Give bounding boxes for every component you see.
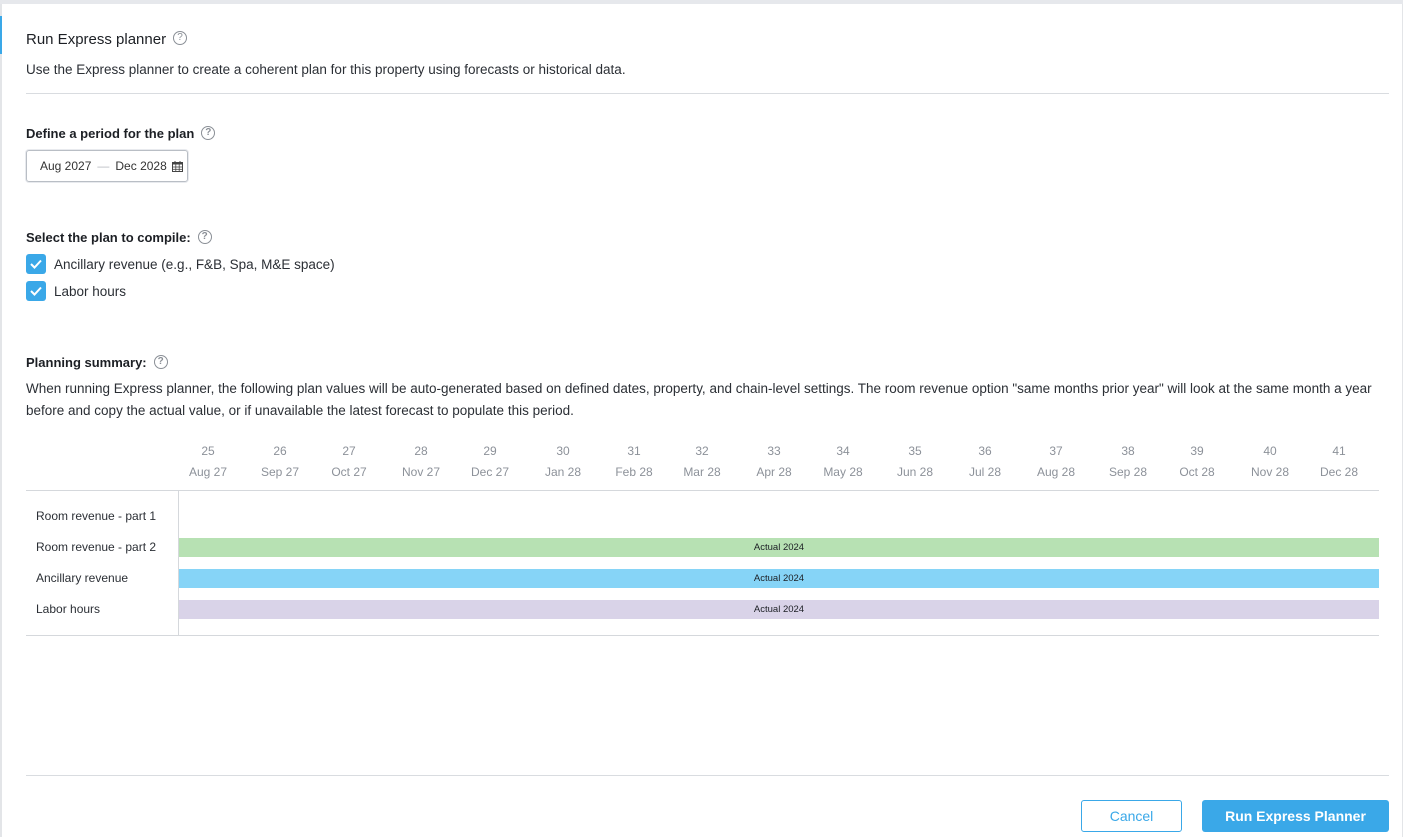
timeline-column: 40 Nov 28: [1235, 441, 1305, 483]
month-label: Nov 27: [401, 465, 441, 479]
option-ancillary-revenue[interactable]: Ancillary revenue (e.g., F&B, Spa, M&E s…: [26, 254, 335, 274]
month-label: Feb 28: [615, 465, 653, 479]
timeline-column: 37 Aug 28: [1021, 441, 1091, 483]
timeline-column: 27 Oct 27: [314, 441, 384, 483]
option-label: Labor hours: [54, 283, 127, 299]
active-indicator: [0, 16, 2, 54]
page-title: Run Express planner?: [26, 31, 188, 48]
month-label: Dec 28: [1319, 465, 1359, 479]
page-subtitle: Use the Express planner to create a cohe…: [26, 62, 626, 77]
week-number: 29: [483, 444, 497, 458]
week-number: 32: [695, 444, 709, 458]
month-label: Dec 27: [470, 465, 510, 479]
date-separator: —: [97, 159, 110, 173]
timeline-column: 38 Sep 28: [1093, 441, 1163, 483]
summary-label-text: Planning summary:: [26, 355, 147, 370]
week-number: 25: [201, 444, 215, 458]
month-label: Jan 28: [544, 465, 582, 479]
checkbox-labor-hours[interactable]: [26, 281, 46, 301]
week-number: 38: [1121, 444, 1135, 458]
timeline-header: 25 Aug 27 26 Sep 27 27 Oct 27 28 Nov 27 29 De…: [179, 441, 1379, 483]
cancel-button[interactable]: Cancel: [1081, 800, 1182, 832]
timeline-column: 28 Nov 27: [386, 441, 456, 483]
compile-section-label: Select the plan to compile:?: [26, 229, 212, 246]
page-title-text: Run Express planner: [26, 31, 167, 48]
timeline-column: 26 Sep 27: [245, 441, 315, 483]
week-number: 41: [1332, 444, 1346, 458]
date-range-picker[interactable]: Aug 2027 — Dec 2028: [26, 150, 188, 182]
month-label: Apr 28: [756, 465, 792, 479]
run-express-planner-button[interactable]: Run Express Planner: [1202, 800, 1389, 832]
timeline-column: 34 May 28: [808, 441, 878, 483]
checkbox-ancillary-revenue[interactable]: [26, 254, 46, 274]
timeline-column: 41 Dec 28: [1304, 441, 1374, 483]
top-border: [0, 0, 1403, 4]
month-label: Jun 28: [896, 465, 934, 479]
week-number: 30: [556, 444, 570, 458]
bar-label: Actual 2024: [753, 573, 805, 584]
month-label: Sep 28: [1108, 465, 1148, 479]
header-divider: [26, 93, 1389, 94]
timeline-column: 31 Feb 28: [599, 441, 669, 483]
week-number: 27: [342, 444, 356, 458]
timeline-bar-labor-hours[interactable]: Actual 2024: [179, 600, 1379, 619]
month-label: Nov 28: [1250, 465, 1290, 479]
month-label: Sep 27: [260, 465, 300, 479]
timeline-column: 29 Dec 27: [455, 441, 525, 483]
timeline-bar-room-revenue-part-2[interactable]: Actual 2024: [179, 538, 1379, 557]
month-label: Oct 28: [1179, 465, 1215, 479]
left-border: [0, 4, 2, 837]
timeline-row-label: Labor hours: [36, 602, 101, 616]
period-label-text: Define a period for the plan: [26, 126, 195, 141]
option-labor-hours[interactable]: Labor hours: [26, 281, 126, 301]
week-number: 39: [1190, 444, 1204, 458]
timeline-row-label: Room revenue - part 2: [36, 540, 157, 554]
timeline-top-border: [26, 490, 1379, 491]
week-number: 31: [627, 444, 641, 458]
month-label: May 28: [823, 465, 863, 479]
timeline-column: 30 Jan 28: [528, 441, 598, 483]
option-label: Ancillary revenue (e.g., F&B, Spa, M&E s…: [54, 256, 335, 272]
week-number: 28: [414, 444, 428, 458]
summary-section-label: Planning summary:?: [26, 354, 168, 371]
timeline-column: 39 Oct 28: [1162, 441, 1232, 483]
timeline-bottom-border: [26, 635, 1379, 636]
bar-label: Actual 2024: [753, 604, 805, 615]
timeline-row-label: Ancillary revenue: [36, 571, 129, 585]
week-number: 26: [273, 444, 287, 458]
bar-label: Actual 2024: [753, 542, 805, 553]
period-section-label: Define a period for the plan?: [26, 125, 216, 142]
week-number: 35: [908, 444, 922, 458]
calendar-icon[interactable]: [171, 160, 183, 172]
compile-label-text: Select the plan to compile:: [26, 230, 191, 245]
month-label: Jul 28: [968, 465, 1002, 479]
month-label: Aug 27: [188, 465, 228, 479]
help-icon[interactable]: ?: [153, 354, 168, 369]
timeline-column: 35 Jun 28: [880, 441, 950, 483]
start-date: Aug 2027: [40, 159, 92, 173]
checkmark-icon: [30, 286, 42, 296]
help-icon[interactable]: ?: [201, 125, 216, 140]
month-label: Oct 27: [331, 465, 367, 479]
week-number: 37: [1049, 444, 1063, 458]
help-icon[interactable]: ?: [197, 229, 212, 244]
checkmark-icon: [30, 259, 42, 269]
end-date: Dec 2028: [115, 159, 167, 173]
week-number: 34: [836, 444, 850, 458]
timeline-column: 33 Apr 28: [739, 441, 809, 483]
timeline-column: 36 Jul 28: [950, 441, 1020, 483]
timeline-bar-ancillary-revenue[interactable]: Actual 2024: [179, 569, 1379, 588]
summary-description: When running Express planner, the follow…: [26, 381, 1372, 418]
footer-divider: [26, 775, 1389, 776]
month-label: Mar 28: [683, 465, 721, 479]
month-label: Aug 28: [1036, 465, 1076, 479]
week-number: 33: [767, 444, 781, 458]
timeline-column: 32 Mar 28: [667, 441, 737, 483]
week-number: 40: [1263, 444, 1277, 458]
timeline-column: 25 Aug 27: [173, 441, 243, 483]
week-number: 36: [978, 444, 992, 458]
help-icon[interactable]: ?: [173, 31, 188, 46]
timeline-row-label: Room revenue - part 1: [36, 509, 157, 523]
